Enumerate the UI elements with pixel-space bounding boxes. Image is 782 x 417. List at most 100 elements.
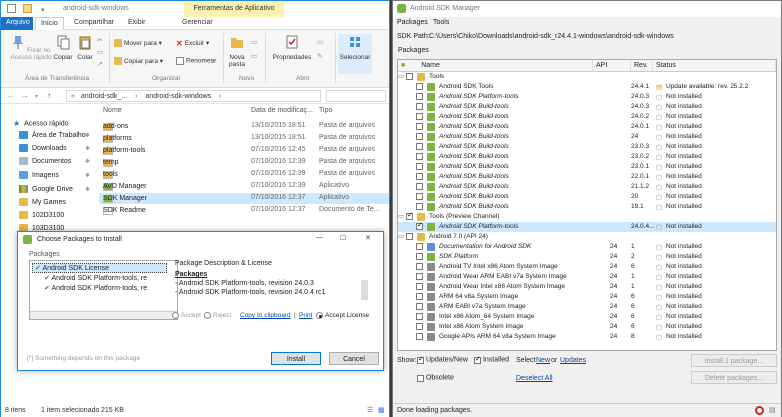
installed-checkbox[interactable]: Installed: [474, 355, 509, 364]
list-item[interactable]: ✔ Android SDK Platform-tools, re: [44, 274, 147, 282]
table-row[interactable]: tools 07/10/2016 12:39 Pasta de arquivos: [99, 169, 389, 180]
properties-button[interactable]: Propriedades: [271, 34, 313, 61]
list-item[interactable]: ▭ Android 7.0 (API 24): [398, 232, 776, 242]
checkbox-icon[interactable]: [416, 163, 423, 170]
forward-arrow-icon[interactable]: →: [21, 91, 29, 100]
list-item[interactable]: Android SDK Build-tools 24.0.2 ▢ Not instal…: [398, 112, 776, 122]
easy-access-icon[interactable]: ▭: [251, 52, 257, 60]
accept-license-radio[interactable]: Accept License: [316, 312, 369, 319]
expand-minus-icon[interactable]: ▭: [398, 232, 404, 240]
quick-access-folder-icon[interactable]: [23, 4, 32, 13]
edit-icon[interactable]: ✎: [317, 52, 322, 60]
up-arrow-icon[interactable]: ↑: [47, 91, 51, 100]
list-item[interactable]: ✔ Android SDK License: [32, 263, 167, 273]
nav-item-quick-access[interactable]: ★ Acesso rápido: [13, 119, 69, 130]
install-packages-button[interactable]: Install 1 package...: [691, 354, 777, 367]
copy-button[interactable]: Copiar: [53, 34, 73, 61]
address-input[interactable]: « android-sdk_... › android-sdk-windows …: [66, 90, 321, 102]
nav-item-documents[interactable]: Documentos: [19, 157, 71, 168]
list-item[interactable]: Intel x86 Atom System Image 24 6 ▢ Not insta…: [398, 322, 776, 332]
checkbox-icon[interactable]: [416, 303, 423, 310]
checkbox-icon[interactable]: [416, 283, 423, 290]
column-status-header[interactable]: Status: [653, 60, 776, 72]
list-item[interactable]: Android SDK Build-tools 23.0.1 ▢ Not instal…: [398, 162, 776, 172]
delete-packages-button[interactable]: Delete packages...: [691, 371, 777, 384]
tab-file[interactable]: Arquivo: [1, 17, 33, 30]
checkbox-icon[interactable]: [416, 153, 423, 160]
back-arrow-icon[interactable]: ←: [7, 91, 15, 100]
select-button[interactable]: Selecionar: [338, 34, 372, 74]
nav-item-my-games[interactable]: My Games: [19, 198, 66, 209]
quick-access-save-icon[interactable]: [7, 4, 16, 13]
copy-to-clipboard-link[interactable]: Copy to clipboard: [240, 312, 291, 319]
checkbox-icon[interactable]: [416, 93, 423, 100]
checkbox-icon[interactable]: [416, 113, 423, 120]
new-folder-button[interactable]: Nova pasta: [225, 34, 249, 68]
list-item[interactable]: Android Wear ARM EABI v7a System Image 24…: [398, 272, 776, 282]
deselect-all-link[interactable]: Deselect All: [516, 375, 553, 382]
column-rev-header[interactable]: Rev.: [631, 60, 653, 72]
table-row[interactable]: SDK Manager 07/10/2016 12:37 Aplicativo: [99, 193, 389, 204]
column-name-header[interactable]: Nome: [103, 107, 122, 114]
tab-home[interactable]: Início: [35, 17, 64, 30]
list-item[interactable]: ▭ Tools: [398, 72, 776, 82]
reject-radio[interactable]: Reject: [204, 312, 231, 319]
recent-chevron-down-icon[interactable]: ▾: [35, 93, 38, 100]
description-scrollbar[interactable]: [361, 280, 368, 300]
stop-icon[interactable]: [755, 406, 764, 415]
checkbox-icon[interactable]: [416, 313, 423, 320]
column-api-header[interactable]: API: [593, 60, 631, 72]
list-item[interactable]: SDK Platform 24 2 ▢ Not installed: [398, 252, 776, 262]
close-icon[interactable]: ✕: [365, 234, 371, 242]
cancel-button[interactable]: Cancel: [329, 352, 379, 365]
list-item[interactable]: Android SDK Build-tools 23.0.3 ▢ Not instal…: [398, 142, 776, 152]
horizontal-scrollbar[interactable]: [30, 311, 177, 319]
expand-minus-icon[interactable]: ▭: [398, 212, 404, 220]
nav-item-google-drive[interactable]: Google Drive: [19, 185, 73, 196]
checkbox-icon[interactable]: [416, 263, 423, 270]
list-item[interactable]: Intel x86 Atom_64 System Image 24 6 ▢ Not in…: [398, 312, 776, 322]
updates-new-checkbox[interactable]: Updates/New: [417, 355, 468, 364]
copy-path-icon[interactable]: ▭: [97, 48, 103, 56]
list-item[interactable]: Android SDK Build-tools 21.1.2 ▢ Not instal…: [398, 182, 776, 192]
delete-button[interactable]: ✕ Excluir ▾: [176, 39, 209, 48]
expand-minus-icon[interactable]: ▭: [398, 72, 404, 80]
checkbox-icon[interactable]: [416, 133, 423, 140]
list-item[interactable]: Android SDK Build-tools 24.0.1 ▢ Not instal…: [398, 122, 776, 132]
list-item[interactable]: ARM EABI v7a System Image 24 6 ▢ Not install…: [398, 302, 776, 312]
table-row[interactable]: platforms 13/10/2015 18:51 Pasta de arquiv…: [99, 133, 389, 144]
menu-tools[interactable]: Tools: [433, 19, 449, 26]
details-view-icon[interactable]: ☰: [367, 406, 373, 414]
checkbox-icon[interactable]: [416, 103, 423, 110]
tab-manage[interactable]: Gerenciar: [177, 17, 218, 30]
minimize-icon[interactable]: —: [316, 234, 323, 241]
paste-shortcut-icon[interactable]: ↗: [97, 60, 102, 68]
list-item[interactable]: Documentation for Android SDK 24 1 ▢ Not ins…: [398, 242, 776, 252]
checkbox-icon[interactable]: [416, 123, 423, 130]
list-item[interactable]: Android SDK Tools 24.4.1 ▤ Update available…: [398, 82, 776, 92]
table-row[interactable]: AVD Manager 07/10/2016 12:39 Aplicativo: [99, 181, 389, 192]
address-segment[interactable]: android-sdk_...: [81, 93, 127, 100]
rename-button[interactable]: Renomear: [176, 57, 216, 65]
log-icon[interactable]: ▤: [769, 406, 776, 414]
nav-item-pictures[interactable]: Imagens: [19, 171, 59, 182]
new-item-icon[interactable]: ▭: [251, 38, 257, 46]
table-row[interactable]: platform-tools 07/10/2016 12:45 Pasta de a…: [99, 145, 389, 156]
checkbox-icon[interactable]: [406, 73, 413, 80]
list-item[interactable]: Android SDK Build-tools 22.0.1 ▢ Not instal…: [398, 172, 776, 182]
package-list[interactable]: ✔ Android SDK License ✔ Android SDK Plat…: [29, 260, 178, 320]
checkbox-icon[interactable]: [416, 193, 423, 200]
list-item[interactable]: Android SDK Build-tools 23.0.2 ▢ Not instal…: [398, 152, 776, 162]
checkbox-icon[interactable]: [416, 273, 423, 280]
print-link[interactable]: Print: [299, 312, 312, 319]
checkbox-icon[interactable]: [416, 143, 423, 150]
table-row[interactable]: SDK Readme 07/10/2016 12:37 Documento de T…: [99, 205, 389, 216]
list-item[interactable]: Android SDK Build-tools 19.1 ▢ Not installe…: [398, 202, 776, 212]
quick-access-chevron-down-icon[interactable]: ▾: [41, 6, 45, 14]
checkbox-checked-icon[interactable]: [406, 211, 413, 220]
checkbox-icon[interactable]: [416, 323, 423, 330]
select-new-link[interactable]: New: [536, 357, 550, 364]
nav-item-folder[interactable]: 102D3100: [19, 211, 64, 222]
nav-item-desktop[interactable]: Área de Trabalho: [19, 131, 86, 142]
list-item[interactable]: Android SDK Platform-tools 24.0.4...▢Not …: [398, 221, 776, 232]
